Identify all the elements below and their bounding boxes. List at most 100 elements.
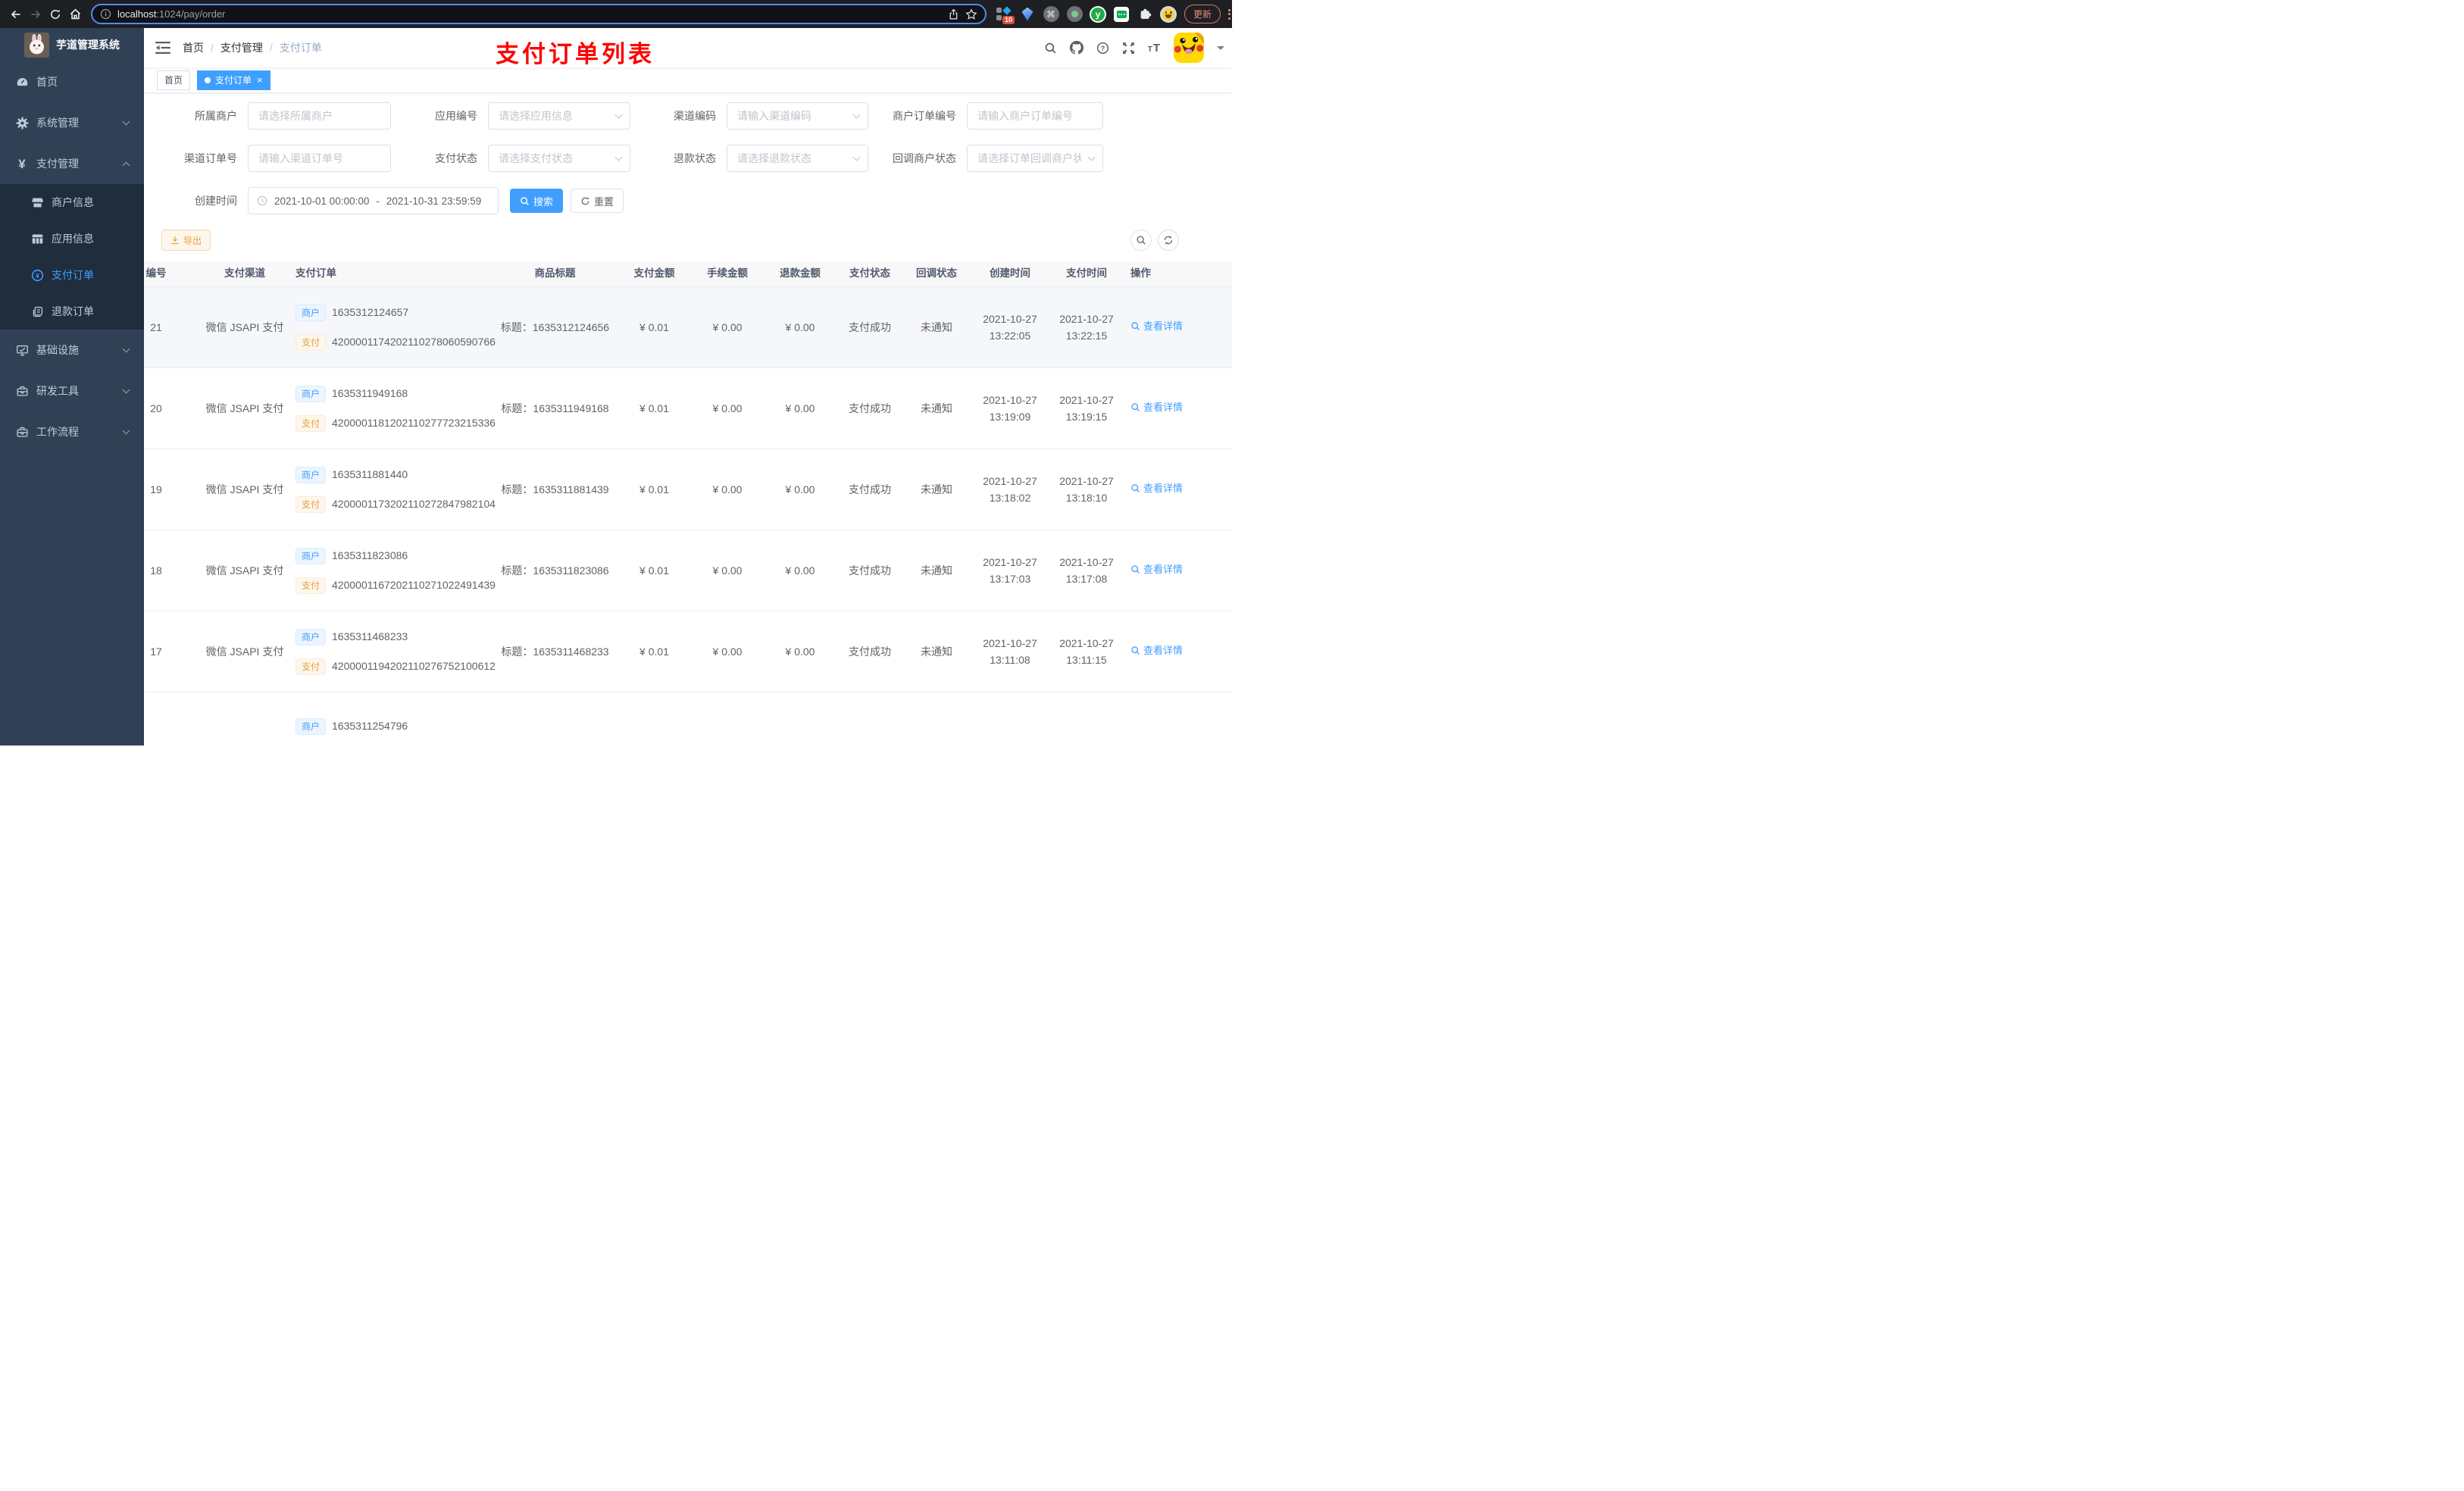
chat-extension-icon[interactable]	[1113, 6, 1130, 23]
merchant-tag: 商户	[295, 304, 327, 321]
app-logo-row[interactable]: 芋道管理系统	[0, 28, 144, 61]
cell-pay-time: 2021-10-27 13:19:15	[1059, 394, 1114, 423]
header-search-icon[interactable]	[1044, 42, 1057, 55]
sidebar-item-system[interactable]: 系统管理	[0, 102, 144, 143]
tab-manager-extension-icon[interactable]: 10	[996, 5, 1015, 24]
clock-icon	[257, 195, 267, 206]
app-select[interactable]	[488, 102, 630, 130]
font-size-icon[interactable]: TT	[1148, 42, 1161, 55]
sidebar-item-app-info[interactable]: 应用信息	[0, 220, 144, 257]
toggle-search-button[interactable]	[1130, 230, 1152, 251]
sidebar-item-label: 研发工具	[36, 385, 79, 397]
command-extension-icon[interactable]: ⌘	[1043, 6, 1059, 23]
channel-order-no-input[interactable]	[248, 145, 391, 172]
cell-create-time: 2021-10-27 13:19:09	[983, 394, 1037, 423]
date-end-value[interactable]: 2021-10-31 23:59:59	[386, 195, 481, 207]
page-content: 所属商户 应用编号 渠道编码 商户订单编号 渠道订单号 支付状态	[144, 93, 1232, 746]
pay-status-select[interactable]	[488, 145, 630, 172]
sidebar-item-infrastructure[interactable]: 基础设施	[0, 330, 144, 370]
filter-label-channel-code: 渠道编码	[674, 110, 716, 122]
sidebar-item-label: 退款订单	[52, 305, 94, 317]
dashboard-icon	[14, 76, 30, 89]
view-detail-link[interactable]: 查看详情	[1130, 400, 1183, 415]
help-icon[interactable]: ?	[1096, 42, 1109, 55]
refresh-table-button[interactable]	[1158, 230, 1179, 251]
sidebar-toggle-icon[interactable]	[155, 41, 170, 55]
chevron-up-icon	[122, 161, 130, 170]
briefcase-icon	[14, 426, 30, 439]
monitor-icon	[14, 344, 30, 357]
merchant-order-no: 1635311254796	[332, 720, 408, 732]
cell-channel: 微信 JSAPI 支付	[205, 483, 284, 495]
cell-create-time: 2021-10-27 13:22:05	[983, 313, 1037, 342]
cell-actions: 查看详情	[1123, 400, 1232, 417]
tab-pay-order[interactable]: 支付订单 ×	[197, 70, 270, 90]
avatar-dropdown-caret-icon[interactable]	[1217, 46, 1224, 54]
tab-close-icon[interactable]: ×	[257, 75, 263, 85]
extension-badge: 10	[1002, 15, 1015, 24]
cell-pay-time: 2021-10-27 13:22:15	[1059, 313, 1114, 342]
breadcrumb-home[interactable]: 首页	[183, 40, 204, 55]
cell-channel: 微信 JSAPI 支付	[205, 564, 284, 577]
cell-pay-order: 商户 1635312124657 支付 42000011742021102780…	[295, 304, 496, 351]
channel-code-select[interactable]	[727, 102, 868, 130]
address-bar[interactable]: localhost:1024/pay/order	[91, 4, 987, 24]
view-icon	[1131, 322, 1140, 330]
record-extension-icon[interactable]	[1066, 6, 1083, 23]
sidebar-item-payment[interactable]: ¥ 支付管理	[0, 143, 144, 184]
view-detail-link[interactable]: 查看详情	[1130, 481, 1183, 496]
merchant-select[interactable]	[248, 102, 391, 130]
sidebar-item-label: 首页	[36, 76, 58, 88]
payment-submenu: 商户信息 应用信息 ¥ 支付订单 退款订单	[0, 184, 144, 330]
fullscreen-icon[interactable]	[1122, 42, 1135, 55]
date-start-value[interactable]: 2021-10-01 00:00:00	[274, 195, 369, 207]
create-time-range-picker[interactable]: 2021-10-01 00:00:00 - 2021-10-31 23:59:5…	[248, 187, 499, 214]
cell-pay-time: 2021-10-27 13:17:08	[1059, 556, 1114, 585]
site-info-icon[interactable]	[100, 8, 111, 20]
view-detail-link[interactable]: 查看详情	[1130, 319, 1183, 334]
sidebar-item-refund-order[interactable]: 退款订单	[0, 293, 144, 330]
app-logo-rabbit	[24, 32, 49, 58]
merchant-order-no-input[interactable]	[967, 102, 1103, 130]
github-icon[interactable]	[1069, 41, 1083, 55]
profile-emoji-icon[interactable]	[1160, 5, 1177, 23]
share-icon[interactable]	[948, 8, 959, 20]
pay-order-no: 4200001167202110271022491439	[332, 579, 496, 591]
breadcrumb-current: 支付订单	[279, 42, 322, 54]
y-extension-icon[interactable]: y	[1090, 5, 1106, 23]
tags-view-bar: 首页 支付订单 ×	[144, 67, 1232, 93]
view-detail-link[interactable]: 查看详情	[1130, 562, 1183, 577]
extensions-puzzle-icon[interactable]	[1137, 6, 1153, 23]
sidebar-item-dev-tools[interactable]: 研发工具	[0, 370, 144, 411]
toolbox-icon	[14, 385, 30, 398]
reset-button[interactable]: 重置	[571, 189, 624, 213]
sidebar-item-home[interactable]: 首页	[0, 61, 144, 102]
browser-forward-button[interactable]	[26, 5, 45, 24]
browser-reload-button[interactable]	[45, 5, 65, 24]
cell-id: 18	[150, 564, 162, 577]
table-row: 21 微信 JSAPI 支付 商户 1635312124657 支付 42000…	[144, 287, 1232, 368]
search-button[interactable]: 搜索	[510, 189, 563, 213]
notify-status-select[interactable]	[967, 145, 1103, 172]
view-detail-link[interactable]: 查看详情	[1130, 643, 1183, 658]
url-text[interactable]: localhost:1024/pay/order	[117, 8, 225, 20]
sidebar-item-merchant-info[interactable]: 商户信息	[0, 184, 144, 220]
gem-extension-icon[interactable]	[1019, 6, 1036, 23]
browser-home-button[interactable]	[65, 5, 85, 24]
tab-home[interactable]: 首页	[157, 70, 191, 90]
bookmark-star-icon[interactable]	[965, 8, 977, 20]
sidebar-item-pay-order[interactable]: ¥ 支付订单	[0, 257, 144, 293]
browser-menu-icon[interactable]	[1228, 8, 1231, 20]
browser-back-button[interactable]	[6, 5, 26, 24]
yen-circle-icon: ¥	[30, 269, 45, 282]
export-button[interactable]: 导出	[161, 230, 211, 251]
sidebar-item-workflow[interactable]: 工作流程	[0, 411, 144, 452]
breadcrumb-pay-manage[interactable]: 支付管理	[220, 40, 263, 55]
pay-tag: 支付	[295, 414, 327, 432]
avatar[interactable]	[1174, 33, 1204, 63]
cell-fee: ¥ 0.00	[712, 320, 743, 333]
filter-label-app: 应用编号	[435, 110, 477, 122]
browser-update-button[interactable]: 更新	[1184, 5, 1221, 23]
refund-status-select[interactable]	[727, 145, 868, 172]
cell-id: 19	[150, 483, 162, 495]
